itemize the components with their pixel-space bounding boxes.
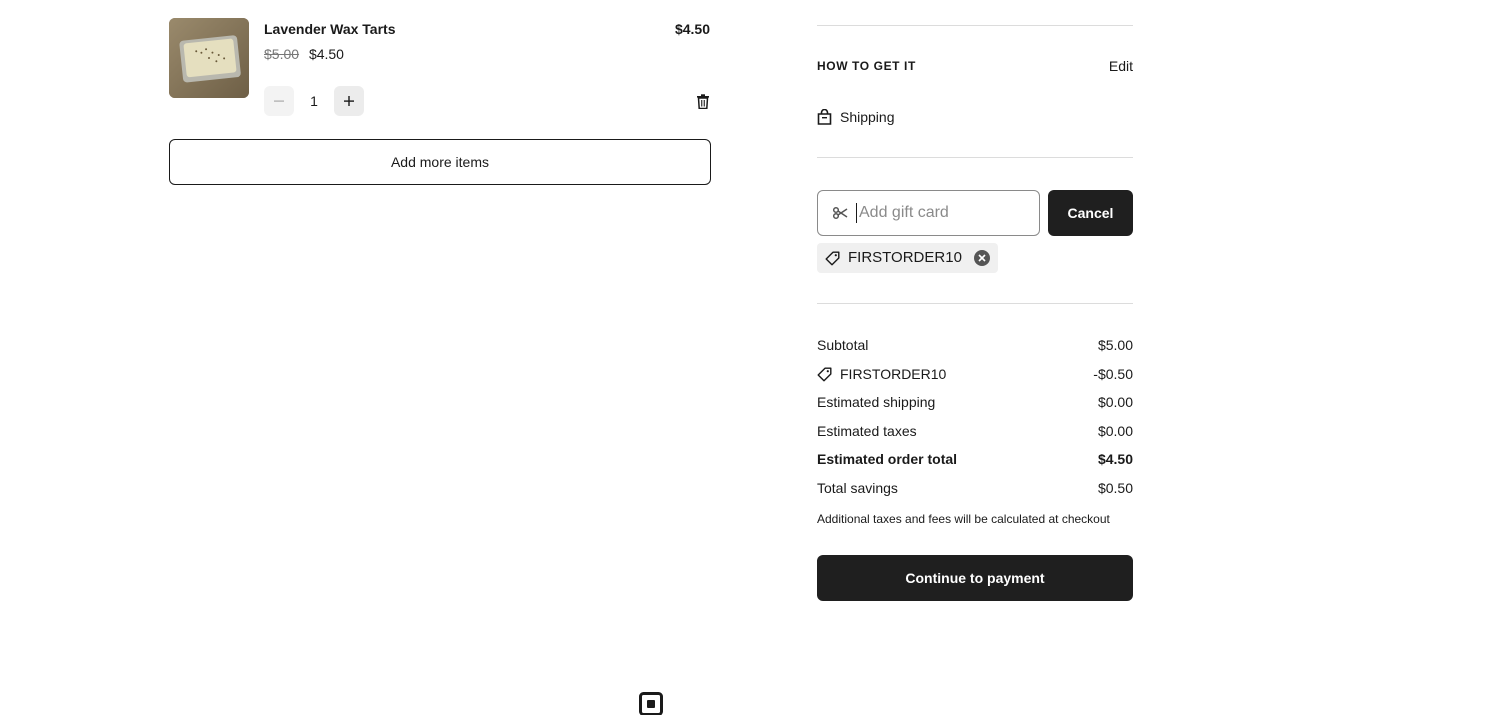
fulfillment-title: HOW TO GET IT (817, 59, 916, 73)
minus-icon (274, 100, 284, 102)
product-image (169, 18, 249, 98)
divider (817, 303, 1133, 304)
order-total-row: Estimated order total $4.50 (817, 449, 1133, 469)
remove-promo-button[interactable] (973, 250, 990, 266)
order-total-label: Estimated order total (817, 451, 958, 467)
increase-quantity-button[interactable] (334, 86, 364, 116)
savings-row: Total savings $0.50 (817, 478, 1133, 498)
shipping-bag-icon (817, 109, 832, 125)
divider (817, 25, 1133, 26)
shipping-value: $0.00 (1097, 394, 1133, 410)
remove-item-button[interactable] (694, 92, 712, 110)
subtotal-value: $5.00 (1097, 337, 1133, 353)
sale-price: $4.50 (308, 46, 344, 62)
product-price: $5.00 $4.50 (264, 45, 344, 63)
tag-icon (817, 367, 832, 381)
discount-value: -$0.50 (1093, 366, 1133, 382)
fulfillment-method: Shipping (817, 108, 895, 126)
subtotal-row: Subtotal $5.00 (817, 335, 1133, 355)
continue-to-payment-button[interactable]: Continue to payment (817, 555, 1133, 601)
checkout-note: Additional taxes and fees will be calcul… (817, 512, 1110, 526)
tag-icon (825, 251, 840, 265)
add-more-items-button[interactable]: Add more items (169, 139, 711, 185)
trash-icon (697, 93, 709, 109)
product-name: Lavender Wax Tarts (264, 21, 396, 37)
gift-card-field[interactable] (817, 190, 1040, 236)
plus-icon (344, 96, 354, 106)
original-price: $5.00 (264, 46, 300, 62)
quantity-value: 1 (310, 93, 318, 109)
taxes-value: $0.00 (1097, 423, 1133, 439)
line-total-price: $4.50 (674, 21, 710, 37)
edit-fulfillment-link[interactable]: Edit (1109, 58, 1133, 74)
gift-card-icon (832, 206, 848, 220)
shipping-label: Estimated shipping (817, 394, 936, 410)
discount-row: FIRSTORDER10 -$0.50 (817, 364, 1133, 384)
divider (817, 157, 1133, 158)
cancel-gift-card-button[interactable]: Cancel (1048, 190, 1133, 236)
taxes-label: Estimated taxes (817, 423, 917, 439)
savings-value: $0.50 (1097, 480, 1133, 496)
subtotal-label: Subtotal (817, 337, 869, 353)
square-logo-icon (639, 692, 663, 716)
close-circle-icon (978, 254, 986, 262)
taxes-row: Estimated taxes $0.00 (817, 421, 1133, 441)
order-total-value: $4.50 (1097, 451, 1133, 467)
discount-label: FIRSTORDER10 (840, 366, 947, 382)
fulfillment-method-label: Shipping (840, 109, 895, 125)
decrease-quantity-button[interactable] (264, 86, 294, 116)
savings-label: Total savings (817, 480, 898, 496)
promo-code-label: FIRSTORDER10 (848, 249, 962, 266)
gift-card-input[interactable] (856, 203, 1026, 223)
shipping-row: Estimated shipping $0.00 (817, 392, 1133, 412)
applied-promo-chip: FIRSTORDER10 (817, 243, 998, 273)
